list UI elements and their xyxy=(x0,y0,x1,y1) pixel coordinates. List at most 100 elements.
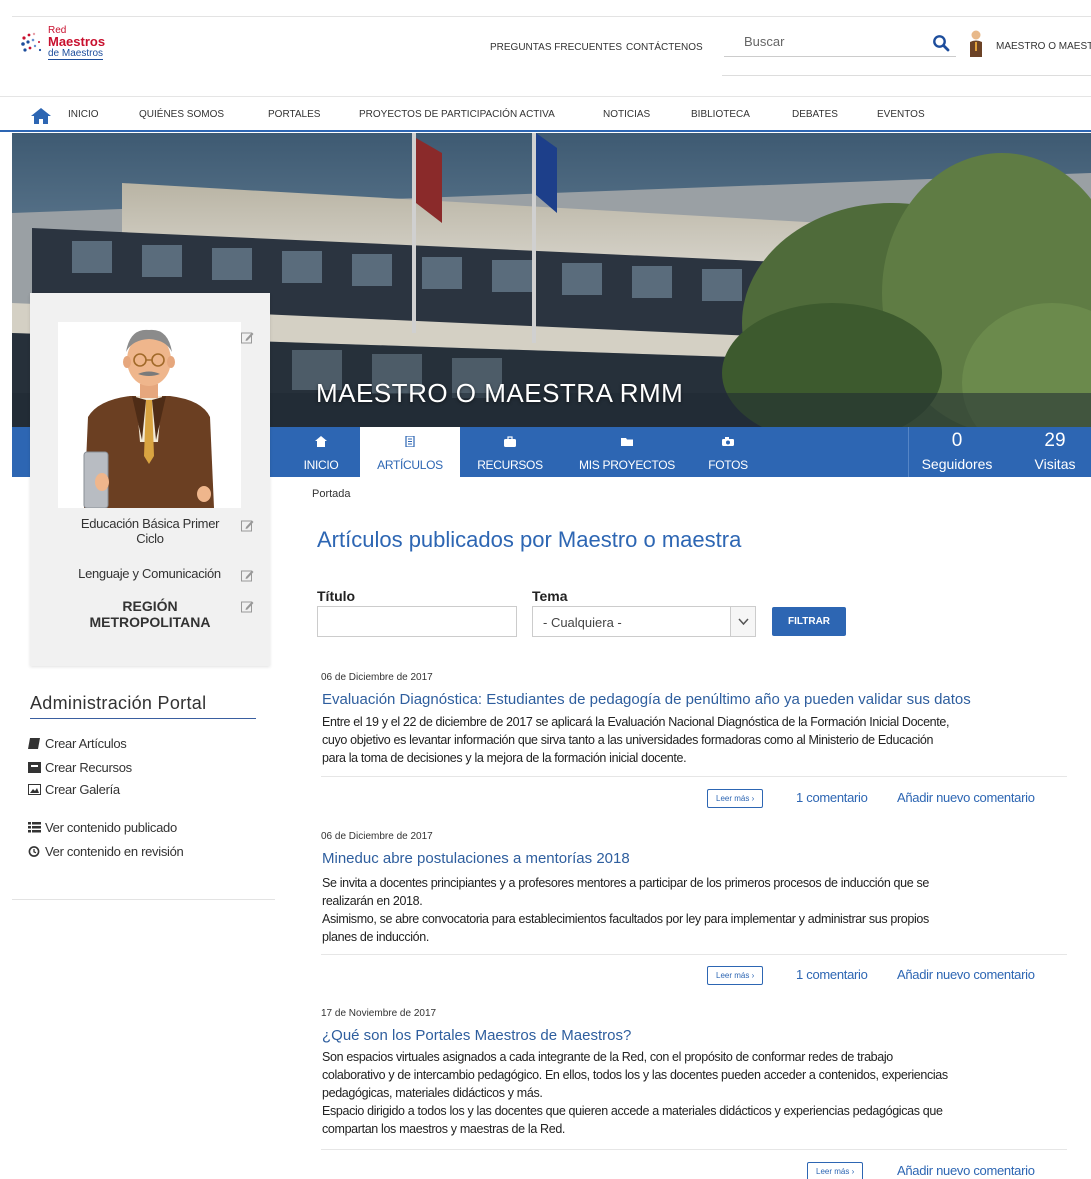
profile-region: REGIÓN METROPOLITANA xyxy=(70,598,230,630)
edit-icon[interactable] xyxy=(241,519,254,532)
tab-articulos[interactable]: ARTÍCULOS xyxy=(360,427,460,477)
filter-button[interactable]: FILTRAR xyxy=(772,607,846,636)
home-icon[interactable] xyxy=(30,107,52,125)
comments-link[interactable]: 1 comentario xyxy=(796,790,868,805)
link-label: Crear Galería xyxy=(45,782,120,797)
summary-line: planes de inducción. xyxy=(322,930,429,944)
read-more-button[interactable]: Leer más › xyxy=(807,1162,864,1179)
search-input[interactable] xyxy=(724,29,914,53)
nav-biblioteca[interactable]: BIBLIOTECA xyxy=(691,109,750,120)
followers-label: Seguidores xyxy=(921,456,993,472)
article-summary: Son espacios virtuales asignados a cada … xyxy=(322,1048,1062,1138)
visits-label: Visitas xyxy=(1034,456,1076,472)
title-filter-input[interactable] xyxy=(317,606,517,637)
chevron-right-icon: › xyxy=(851,1167,855,1176)
profile-level-line2: Ciclo xyxy=(136,531,164,546)
visits-stat: 29 Visitas xyxy=(1020,427,1090,477)
comments-link[interactable]: 1 comentario xyxy=(796,967,868,982)
create-articles-link[interactable]: Crear Artículos xyxy=(28,736,127,751)
tab-recursos[interactable]: RECURSOS xyxy=(470,427,550,477)
summary-line: compartan los maestros y maestras de la … xyxy=(322,1122,566,1136)
tema-select[interactable]: - Cualquiera - xyxy=(532,606,756,637)
chevron-down-icon xyxy=(738,618,749,626)
nav-eventos[interactable]: EVENTOS xyxy=(877,109,925,120)
tab-fotos[interactable]: FOTOS xyxy=(700,427,756,477)
avatar xyxy=(58,322,241,508)
article-title[interactable]: ¿Qué son los Portales Maestros de Maestr… xyxy=(322,1027,631,1044)
followers-count: 0 xyxy=(951,430,963,451)
page-title: Artículos publicados por Maestro o maest… xyxy=(317,527,742,552)
tab-label: FOTOS xyxy=(708,458,748,472)
add-comment-link[interactable]: Añadir nuevo comentario xyxy=(897,790,1035,805)
admin-portal-panel: Administración Portal Crear Artículos Cr… xyxy=(12,690,275,900)
add-comment-link[interactable]: Añadir nuevo comentario xyxy=(897,1163,1035,1178)
search-icon[interactable] xyxy=(932,34,950,52)
edit-icon[interactable] xyxy=(241,600,254,613)
clock-icon xyxy=(28,846,40,857)
summary-line: cuyo objetivo es levantar información qu… xyxy=(322,733,934,747)
header-divider xyxy=(722,75,1091,76)
tab-mis-proyectos[interactable]: MIS PROYECTOS xyxy=(572,427,682,477)
nav-debates[interactable]: DEBATES xyxy=(792,109,838,120)
summary-line: pedagógicas, materiales didácticos y más… xyxy=(322,1086,543,1100)
article-date: 06 de Diciembre de 2017 xyxy=(321,831,433,842)
nav-proyectos[interactable]: PROYECTOS DE PARTICIPACIÓN ACTIVA xyxy=(359,109,555,120)
nav-noticias[interactable]: NOTICIAS xyxy=(603,109,650,120)
article-divider xyxy=(321,1149,1067,1150)
summary-line: Entre el 19 y el 22 de diciembre de 2017… xyxy=(322,715,950,729)
logo-line-3: de Maestros xyxy=(48,48,104,60)
search-box xyxy=(724,29,956,57)
briefcase-icon xyxy=(504,436,516,447)
create-gallery-link[interactable]: Crear Galería xyxy=(28,782,120,797)
profile-region-line2: METROPOLITANA xyxy=(89,614,211,630)
teacher-avatar-icon xyxy=(83,329,214,508)
folder-icon xyxy=(621,438,633,446)
stats-divider xyxy=(908,427,909,477)
home-icon xyxy=(315,436,327,447)
tab-label: MIS PROYECTOS xyxy=(579,458,675,472)
article-title[interactable]: Evaluación Diagnóstica: Estudiantes de p… xyxy=(322,691,971,708)
read-more-label: Leer más xyxy=(716,971,750,980)
summary-line: Son espacios virtuales asignados a cada … xyxy=(322,1050,893,1064)
chevron-right-icon: › xyxy=(751,971,755,980)
edit-icon[interactable] xyxy=(241,331,254,344)
followers-stat[interactable]: 0 Seguidores xyxy=(912,427,1002,477)
tema-select-value: - Cualquiera - xyxy=(543,615,622,630)
article-divider xyxy=(321,954,1067,955)
summary-line: para la toma de decisiones y la mejora d… xyxy=(322,751,687,765)
site-logo[interactable]: Red Maestros de Maestros xyxy=(20,26,130,66)
nav-portales[interactable]: PORTALES xyxy=(268,109,320,120)
edit-icon[interactable] xyxy=(241,569,254,582)
main-nav: INICIO QUIÉNES SOMOS PORTALES PROYECTOS … xyxy=(0,96,1091,132)
summary-line: colaborativo y de intercambio pedagógico… xyxy=(322,1068,948,1082)
select-arrow xyxy=(730,607,755,636)
read-more-button[interactable]: Leer más › xyxy=(707,966,764,985)
article-divider xyxy=(321,776,1067,777)
article-summary: Entre el 19 y el 22 de diciembre de 2017… xyxy=(322,713,1062,767)
breadcrumb[interactable]: Portada xyxy=(312,488,351,500)
tab-inicio[interactable]: INICIO xyxy=(297,427,345,477)
summary-line: Asimismo, se abre convocatoria para esta… xyxy=(322,912,929,926)
tab-label: RECURSOS xyxy=(477,458,543,472)
add-comment-link[interactable]: Añadir nuevo comentario xyxy=(897,967,1035,982)
admin-title: Administración Portal xyxy=(30,693,256,719)
list-icon xyxy=(28,822,41,833)
tab-label: INICIO xyxy=(303,458,339,472)
nav-inicio[interactable]: INICIO xyxy=(68,109,99,120)
link-label: Ver contenido publicado xyxy=(45,820,177,835)
article-title[interactable]: Mineduc abre postulaciones a mentorías 2… xyxy=(322,850,630,867)
article-summary: Se invita a docentes principiantes y a p… xyxy=(322,874,1062,946)
chevron-right-icon: › xyxy=(751,794,755,803)
title-filter-label: Título xyxy=(317,588,356,604)
create-resources-link[interactable]: Crear Recursos xyxy=(28,760,132,775)
faq-link[interactable]: PREGUNTAS FRECUENTES xyxy=(490,42,622,53)
visits-count: 29 xyxy=(1044,430,1066,451)
profile-level: Educación Básica Primer Ciclo xyxy=(70,516,230,546)
contact-link[interactable]: CONTÁCTENOS xyxy=(626,42,703,53)
read-more-button[interactable]: Leer más › xyxy=(707,789,764,808)
nav-quienes-somos[interactable]: QUIÉNES SOMOS xyxy=(139,109,224,120)
read-more-label: Leer más xyxy=(716,794,750,803)
link-label: Crear Recursos xyxy=(45,760,132,775)
view-published-link[interactable]: Ver contenido publicado xyxy=(28,820,177,835)
view-in-review-link[interactable]: Ver contenido en revisión xyxy=(28,844,184,859)
